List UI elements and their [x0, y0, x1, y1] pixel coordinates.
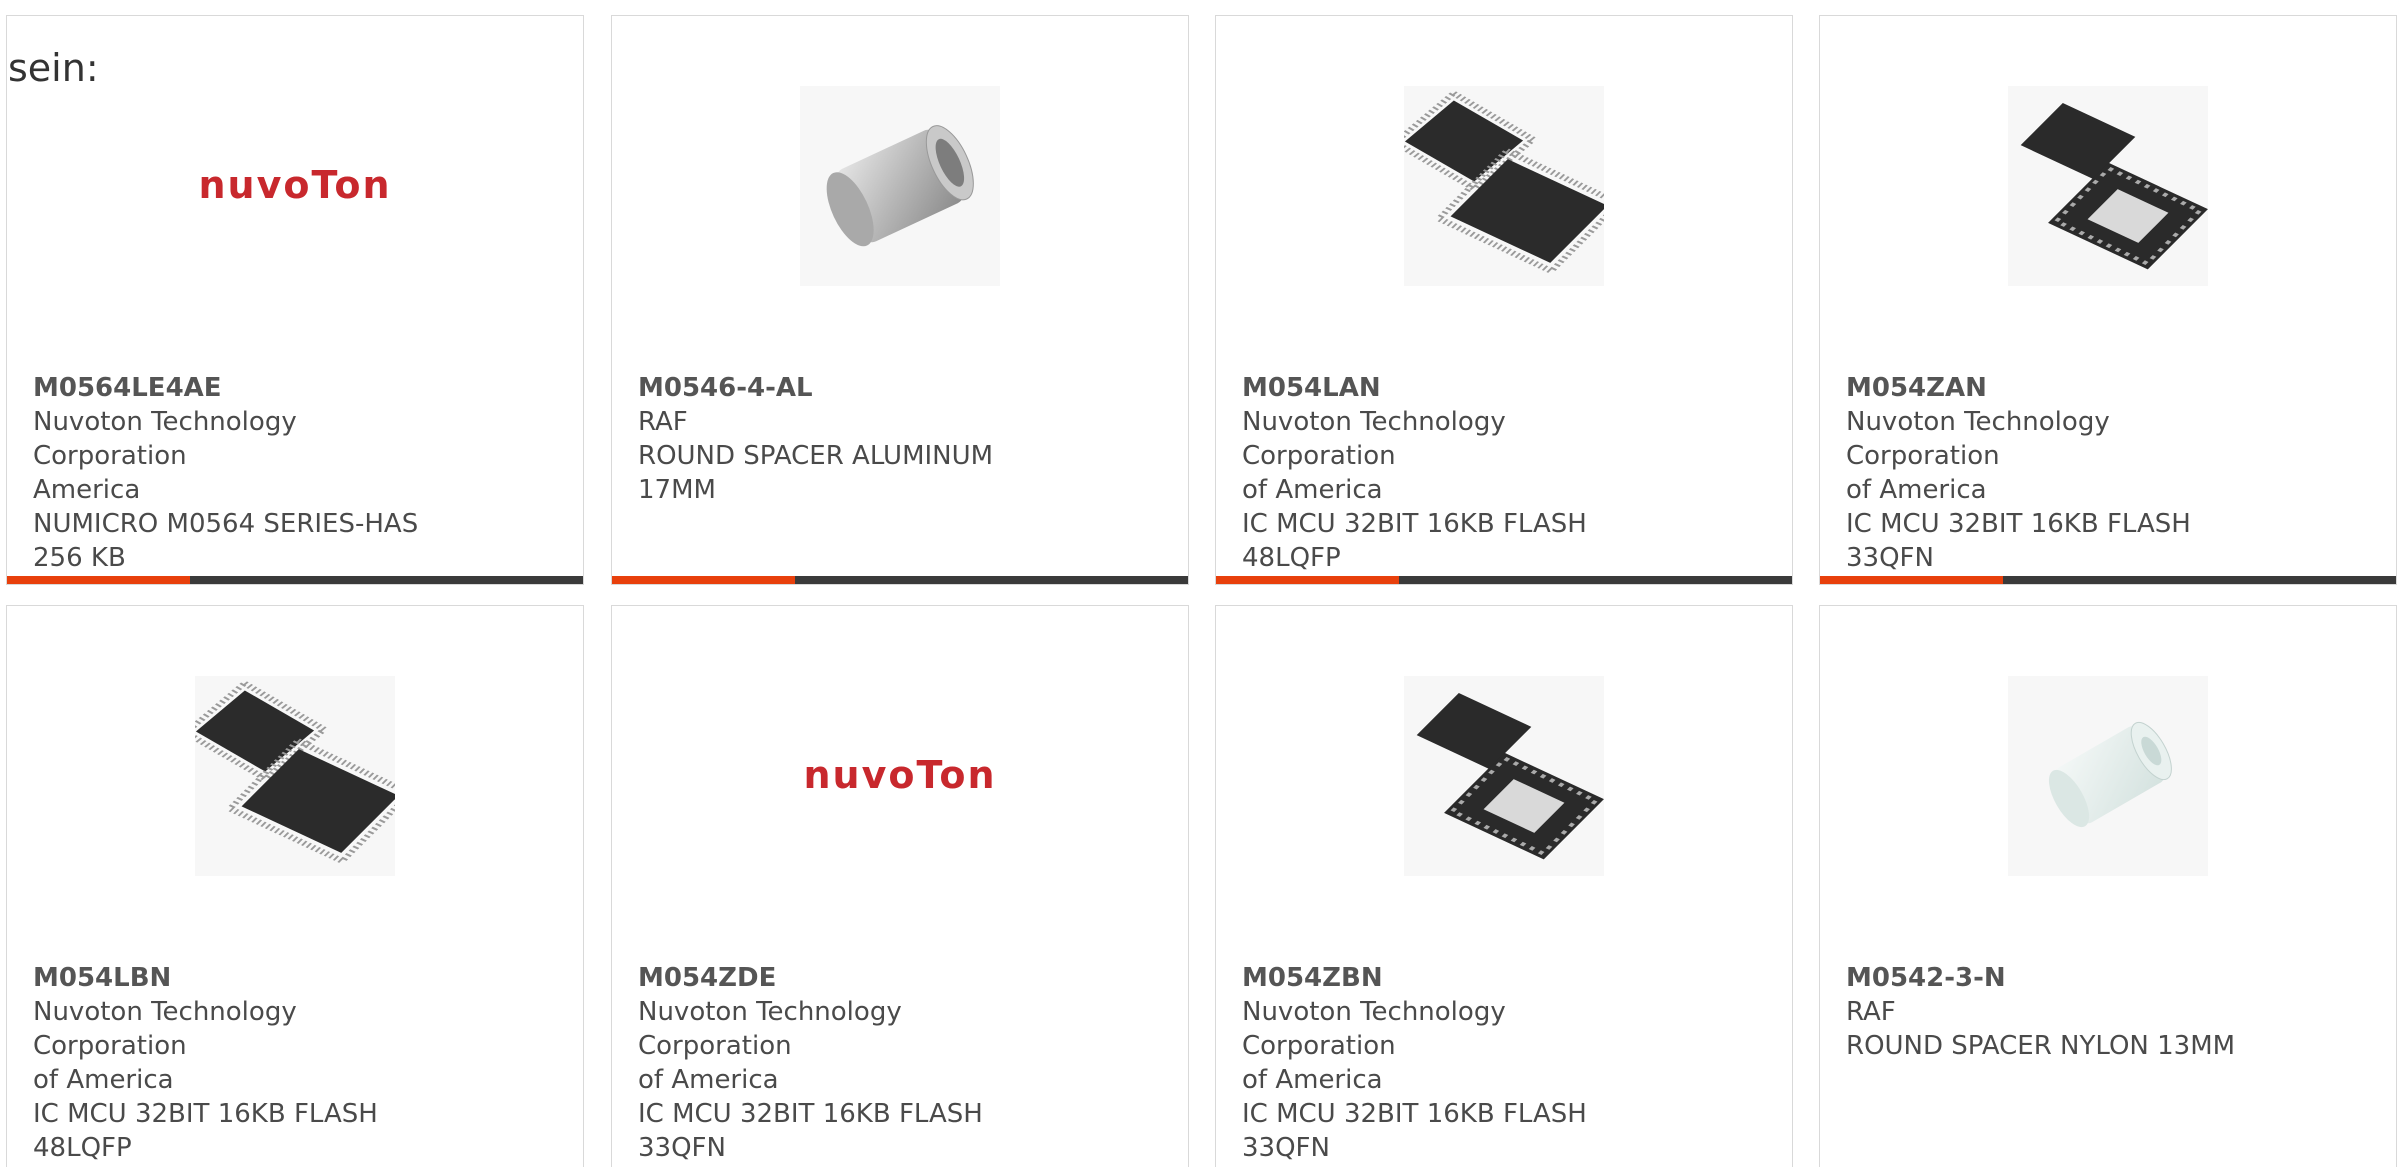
nuvoton-logo: nuvoTon	[800, 676, 1000, 876]
qfn-chip-image	[2008, 86, 2208, 286]
description: NUMICRO M0564 SERIES-HAS 256 KB	[33, 509, 419, 573]
nylon-spacer-image	[2008, 676, 2208, 876]
part-number[interactable]: M054LAN	[1242, 371, 1662, 405]
manufacturer: Nuvoton Technology Corporation of Americ…	[638, 997, 902, 1095]
intro-text: sein:	[8, 46, 99, 90]
product-card-m0564le4ae[interactable]: nuvoTon M0564LE4AE Nuvoton Technology Co…	[6, 15, 584, 585]
product-card-m0546-4-al[interactable]: M0546-4-AL RAF ROUND SPACER ALUMINUM 17M…	[611, 15, 1189, 585]
product-card-m054zbn[interactable]: M054ZBN Nuvoton Technology Corporation o…	[1215, 605, 1793, 1167]
part-number[interactable]: M054LBN	[33, 961, 453, 995]
manufacturer: RAF	[638, 407, 688, 437]
part-number[interactable]: M0564LE4AE	[33, 371, 453, 405]
manufacturer: Nuvoton Technology Corporation of Americ…	[1242, 407, 1506, 505]
product-card-m054zan[interactable]: M054ZAN Nuvoton Technology Corporation o…	[1819, 15, 2397, 585]
product-card-m054lan[interactable]: M054LAN Nuvoton Technology Corporation o…	[1215, 15, 1793, 585]
card-bar	[1216, 576, 1792, 584]
lqfp-chip-image	[1404, 86, 1604, 286]
svg-text:nuvoTon: nuvoTon	[198, 163, 391, 207]
manufacturer: Nuvoton Technology Corporation of Americ…	[33, 997, 297, 1095]
manufacturer: Nuvoton Technology Corporation America	[33, 407, 297, 505]
part-number[interactable]: M054ZAN	[1846, 371, 2266, 405]
manufacturer: Nuvoton Technology Corporation of Americ…	[1846, 407, 2110, 505]
qfn-chip-image	[1404, 676, 1604, 876]
description: ROUND SPACER NYLON 13MM	[1846, 1031, 2236, 1061]
card-bar	[7, 576, 583, 584]
description: IC MCU 32BIT 16KB FLASH 48LQFP	[1242, 509, 1587, 573]
nuvoton-logo: nuvoTon	[195, 86, 395, 286]
lqfp-chip-image	[195, 676, 395, 876]
product-card-m054lbn[interactable]: M054LBN Nuvoton Technology Corporation o…	[6, 605, 584, 1167]
svg-text:nuvoTon: nuvoTon	[803, 753, 996, 797]
product-grid-page: sein: nuvoTon M0564LE4AE Nuvoton Technol…	[0, 0, 2400, 1167]
description: ROUND SPACER ALUMINUM 17MM	[638, 441, 994, 505]
product-card-m054zde[interactable]: nuvoTon M054ZDE Nuvoton Technology Corpo…	[611, 605, 1189, 1167]
description: IC MCU 32BIT 16KB FLASH 33QFN	[638, 1099, 983, 1163]
description: IC MCU 32BIT 16KB FLASH 33QFN	[1242, 1099, 1587, 1163]
part-number[interactable]: M054ZBN	[1242, 961, 1662, 995]
part-number[interactable]: M054ZDE	[638, 961, 1058, 995]
manufacturer: RAF	[1846, 997, 1896, 1027]
card-bar	[1820, 576, 2396, 584]
manufacturer: Nuvoton Technology Corporation of Americ…	[1242, 997, 1506, 1095]
part-number[interactable]: M0546-4-AL	[638, 371, 1058, 405]
aluminum-spacer-image	[800, 86, 1000, 286]
product-card-m0542-3-n[interactable]: M0542-3-N RAF ROUND SPACER NYLON 13MM	[1819, 605, 2397, 1167]
description: IC MCU 32BIT 16KB FLASH 33QFN	[1846, 509, 2191, 573]
part-number[interactable]: M0542-3-N	[1846, 961, 2266, 995]
card-bar	[612, 576, 1188, 584]
description: IC MCU 32BIT 16KB FLASH 48LQFP	[33, 1099, 378, 1163]
